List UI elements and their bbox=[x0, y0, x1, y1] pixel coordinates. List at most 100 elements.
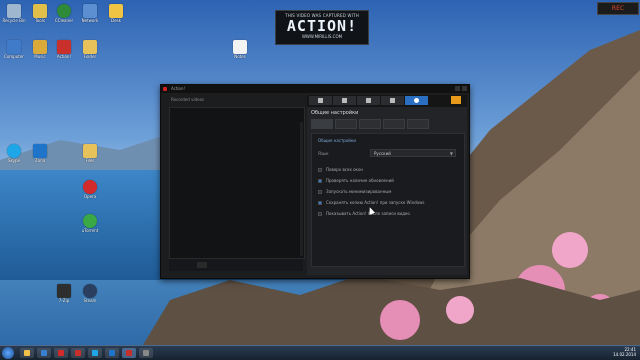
subtab-other[interactable] bbox=[407, 119, 429, 129]
option-row[interactable]: Поверх всех окон bbox=[318, 164, 425, 175]
gear-icon bbox=[414, 98, 419, 103]
start-button[interactable] bbox=[2, 347, 14, 359]
app-icon bbox=[143, 350, 149, 356]
checkbox[interactable] bbox=[318, 211, 322, 216]
network-icon bbox=[83, 4, 97, 18]
window-title: Action! bbox=[171, 86, 186, 91]
recordings-scrollbar[interactable] bbox=[300, 122, 303, 256]
media-icon bbox=[41, 350, 47, 356]
action-icon bbox=[75, 350, 81, 356]
clock-date: 14.02.2014 bbox=[613, 352, 636, 357]
option-row[interactable]: Проверять наличие обновлений bbox=[318, 175, 425, 186]
stream-icon bbox=[366, 98, 371, 103]
banner-logo: ACTION! bbox=[286, 17, 358, 35]
folder-icon bbox=[83, 40, 97, 54]
chevron-down-icon: ▼ bbox=[449, 151, 453, 156]
subtab-general[interactable] bbox=[311, 119, 333, 129]
desktop-icon[interactable]: Music bbox=[28, 40, 52, 59]
subtab-hotkeys[interactable] bbox=[383, 119, 405, 129]
7zip-icon bbox=[57, 284, 71, 298]
desktop-icon[interactable]: Tools bbox=[28, 4, 52, 23]
tab-record[interactable] bbox=[309, 96, 332, 105]
desktop-icon[interactable]: Network bbox=[78, 4, 102, 23]
taskbar: 22:41 14.02.2014 bbox=[0, 345, 640, 360]
desktop-icon[interactable]: uTorrent bbox=[78, 214, 102, 233]
tab-screenshot[interactable] bbox=[381, 96, 404, 105]
desktop-icon[interactable]: CCleaner bbox=[52, 4, 76, 23]
desktop-icon[interactable]: Opera bbox=[78, 180, 102, 199]
action-icon bbox=[57, 40, 71, 54]
desktop-icon[interactable]: Computer bbox=[2, 40, 26, 59]
desktop-icon[interactable]: 7-Zip bbox=[52, 284, 76, 303]
desktop-icon[interactable]: Desk bbox=[104, 4, 128, 23]
ccleaner-icon bbox=[57, 4, 71, 18]
system-clock[interactable]: 22:41 14.02.2014 bbox=[613, 347, 636, 357]
option-row[interactable]: Запускать минимизированным bbox=[318, 186, 425, 197]
taskbar-explorer[interactable] bbox=[20, 348, 34, 358]
desktop-icon[interactable]: Recycle Bin bbox=[2, 4, 26, 23]
skype-icon bbox=[7, 144, 21, 158]
desktop-icon[interactable]: Skype bbox=[2, 144, 26, 163]
close-button[interactable] bbox=[462, 86, 467, 91]
desktop-icon[interactable]: Folder bbox=[78, 40, 102, 59]
opera-icon bbox=[58, 350, 64, 356]
checkbox[interactable] bbox=[318, 178, 322, 183]
utorrent-icon bbox=[83, 214, 97, 228]
tab-settings[interactable] bbox=[405, 96, 428, 105]
folder-button[interactable] bbox=[197, 262, 207, 268]
taskbar-items bbox=[20, 348, 153, 358]
capture-watermark: THIS VIDEO WAS CAPTURED WITH ACTION! WWW… bbox=[275, 10, 369, 45]
recordings-header: Recorded videos bbox=[171, 97, 205, 102]
general-settings-panel: Общие настройки Язык Русский ▼ Поверх вс… bbox=[311, 133, 465, 267]
subtab-video[interactable] bbox=[335, 119, 357, 129]
tab-audio[interactable] bbox=[333, 96, 356, 105]
desktop-icon[interactable]: Files bbox=[78, 144, 102, 163]
taskbar-action-window[interactable] bbox=[122, 348, 136, 358]
checkbox[interactable] bbox=[318, 200, 322, 205]
wallpaper-foreground bbox=[142, 275, 640, 346]
action-window[interactable]: Action! Recorded videos Общие настройки bbox=[160, 84, 470, 279]
desk-icon bbox=[109, 4, 123, 18]
checkbox[interactable] bbox=[318, 189, 322, 194]
main-tabs bbox=[307, 95, 467, 107]
app-logo-icon bbox=[163, 87, 167, 91]
language-select[interactable]: Русский ▼ bbox=[370, 149, 456, 157]
tab-stream[interactable] bbox=[357, 96, 380, 105]
panel-header: Общие настройки bbox=[318, 138, 356, 143]
folder-icon bbox=[83, 144, 97, 158]
speaker-icon bbox=[342, 98, 347, 103]
steam-icon bbox=[83, 284, 97, 298]
desktop-icon[interactable]: Zona bbox=[28, 144, 52, 163]
recording-indicator: REC bbox=[597, 2, 639, 15]
recordings-toolbar bbox=[169, 259, 303, 271]
section-title: Общие настройки bbox=[311, 110, 359, 116]
taskbar-action[interactable] bbox=[71, 348, 85, 358]
taskbar-opera[interactable] bbox=[54, 348, 68, 358]
music-icon bbox=[33, 40, 47, 54]
zona-icon bbox=[109, 350, 115, 356]
opera-icon bbox=[83, 180, 97, 194]
settings-pane: Общие настройки Общие настройки Язык Рус… bbox=[307, 95, 467, 275]
taskbar-skype[interactable] bbox=[88, 348, 102, 358]
desktop-icon[interactable]: Notes bbox=[228, 40, 252, 59]
taskbar-zona[interactable] bbox=[105, 348, 119, 358]
window-titlebar[interactable]: Action! bbox=[161, 85, 469, 93]
zona-icon bbox=[33, 144, 47, 158]
language-label: Язык bbox=[318, 151, 329, 156]
taskbar-app[interactable] bbox=[139, 348, 153, 358]
language-value: Русский bbox=[374, 151, 391, 156]
checkbox[interactable] bbox=[318, 167, 322, 172]
recycle-bin-icon bbox=[7, 4, 21, 18]
camera-icon bbox=[390, 98, 395, 103]
taskbar-media[interactable] bbox=[37, 348, 51, 358]
subtab-audio[interactable] bbox=[359, 119, 381, 129]
minimize-button[interactable] bbox=[455, 86, 460, 91]
notes-icon bbox=[233, 40, 247, 54]
desktop-icon[interactable]: Steam bbox=[78, 284, 102, 303]
sub-tabs bbox=[311, 119, 467, 129]
recordings-pane: Recorded videos bbox=[165, 95, 305, 275]
recordings-list[interactable] bbox=[169, 107, 305, 259]
computer-icon bbox=[7, 40, 21, 54]
desktop-icon[interactable]: Action! bbox=[52, 40, 76, 59]
promo-button[interactable] bbox=[451, 96, 461, 104]
